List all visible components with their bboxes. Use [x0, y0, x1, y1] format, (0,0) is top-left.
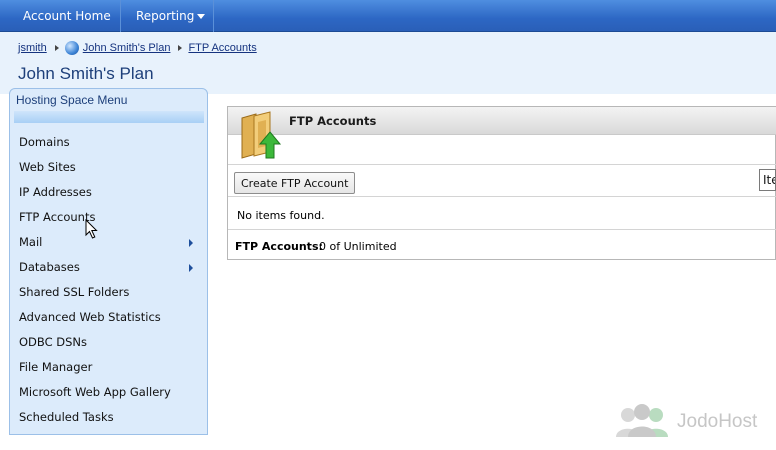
- chevron-right-icon: [189, 264, 193, 272]
- menu-item-label: Mail: [19, 235, 43, 249]
- menu-item-ftp-accounts[interactable]: FTP Accounts: [10, 205, 207, 230]
- top-nav-bar: Account Home Reporting: [0, 0, 776, 32]
- create-ftp-account-button[interactable]: Create FTP Account: [234, 172, 356, 194]
- breadcrumb-user[interactable]: jsmith: [18, 42, 47, 54]
- chevron-right-icon: [54, 45, 59, 51]
- menu-item-label: FTP Accounts: [19, 210, 96, 224]
- chevron-down-icon: [197, 14, 205, 19]
- nav-reporting[interactable]: Reporting: [121, 0, 214, 32]
- menu-list: Domains Web Sites IP Addresses FTP Accou…: [10, 130, 207, 430]
- mouse-pointer-icon: [85, 219, 98, 239]
- globe-icon: [64, 41, 79, 55]
- page-title: John Smith's Plan: [18, 64, 154, 83]
- menu-item-web-sites[interactable]: Web Sites: [10, 155, 207, 180]
- breadcrumb-ftp-accounts[interactable]: FTP Accounts: [188, 42, 256, 54]
- breadcrumb-plan[interactable]: John Smith's Plan: [83, 42, 171, 54]
- panel-header: FTP Accounts: [228, 107, 776, 135]
- chevron-right-icon: [189, 239, 193, 247]
- menu-item-odbc-dsns[interactable]: ODBC DSNs: [10, 330, 207, 355]
- menu-item-file-manager[interactable]: File Manager: [10, 355, 207, 380]
- watermark: JodoHost: [614, 404, 764, 440]
- menu-item-ip-addresses[interactable]: IP Addresses: [10, 180, 207, 205]
- chevron-right-icon: [178, 45, 183, 51]
- breadcrumb: jsmith John Smith's Plan FTP Accounts: [18, 41, 257, 55]
- menu-item-label: File Manager: [19, 360, 93, 374]
- menu-item-web-app-gallery[interactable]: Microsoft Web App Gallery: [10, 380, 207, 405]
- menu-title: Hosting Space Menu: [16, 93, 128, 107]
- menu-item-label: Databases: [19, 260, 80, 274]
- menu-item-databases[interactable]: Databases: [10, 255, 207, 280]
- watermark-text: JodoHost: [677, 411, 758, 432]
- menu-item-label: Shared SSL Folders: [19, 285, 130, 299]
- items-per-page-field[interactable]: Ite: [759, 169, 776, 191]
- menu-item-mail[interactable]: Mail: [10, 230, 207, 255]
- quota-value: 0 of Unlimited: [319, 240, 397, 253]
- menu-item-label: IP Addresses: [19, 185, 92, 199]
- menu-item-label: Web Sites: [19, 160, 76, 174]
- nav-reporting-label: Reporting: [136, 9, 195, 23]
- users-logo-icon: [616, 404, 668, 437]
- menu-item-advanced-web-statistics[interactable]: Advanced Web Statistics: [10, 305, 207, 330]
- menu-item-label: Scheduled Tasks: [19, 410, 114, 424]
- menu-item-label: Advanced Web Statistics: [19, 310, 161, 324]
- menu-header-bar: [14, 111, 204, 123]
- nav-account-home[interactable]: Account Home: [9, 0, 121, 32]
- menu-item-shared-ssl-folders[interactable]: Shared SSL Folders: [10, 280, 207, 305]
- empty-message: No items found.: [237, 209, 325, 222]
- menu-item-label: ODBC DSNs: [19, 335, 88, 349]
- menu-item-label: Domains: [19, 135, 70, 149]
- quota-label: FTP Accounts:: [235, 240, 323, 253]
- page-header: jsmith John Smith's Plan FTP Accounts John…: [0, 32, 776, 94]
- panel-toolbar: Create FTP Account: [228, 164, 776, 197]
- panel-title: FTP Accounts: [289, 114, 377, 128]
- menu-item-domains[interactable]: Domains: [10, 130, 207, 155]
- panel-footer: FTP Accounts: 0 of Unlimited: [228, 229, 776, 259]
- menu-item-scheduled-tasks[interactable]: Scheduled Tasks: [10, 405, 207, 430]
- menu-item-label: Microsoft Web App Gallery: [19, 385, 171, 399]
- hosting-space-menu: Hosting Space Menu Domains Web Sites IP …: [9, 88, 208, 435]
- ftp-accounts-panel: FTP Accounts Create FTP Account No items…: [227, 106, 776, 260]
- ftp-folder-icon: [241, 111, 282, 159]
